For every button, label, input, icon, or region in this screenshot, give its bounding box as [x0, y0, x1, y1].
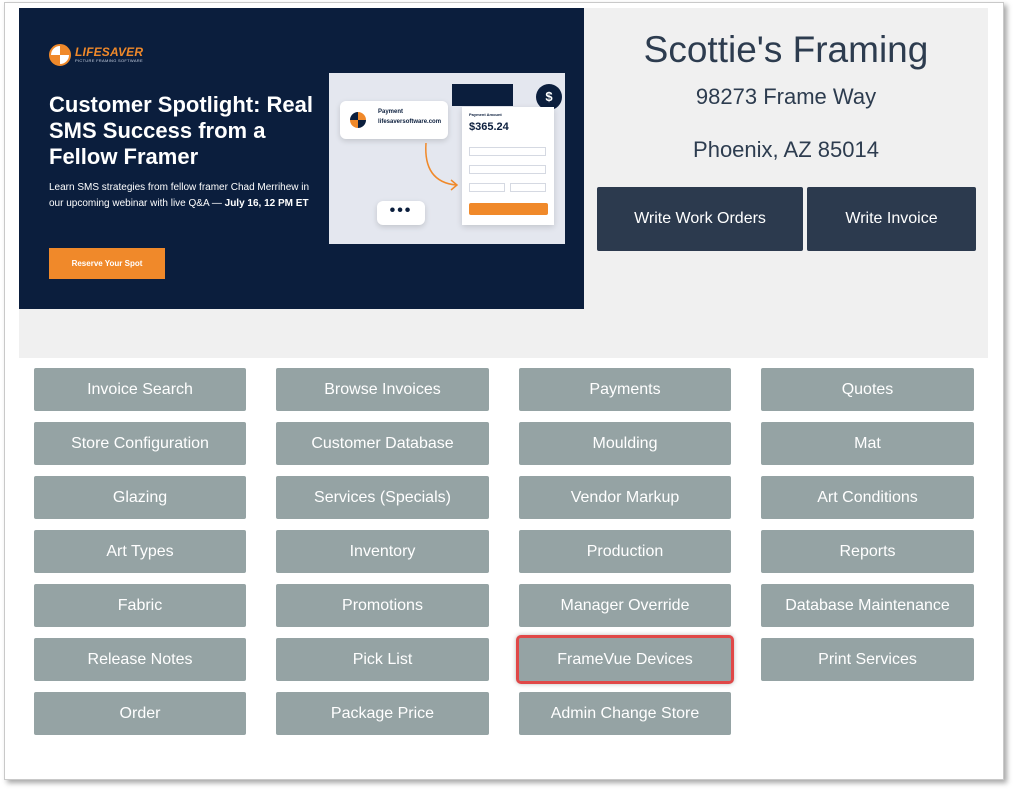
lifesaver-logo: LIFESAVER PICTURE FRAMING SOFTWARE	[49, 44, 143, 66]
promo-banner[interactable]: LIFESAVER PICTURE FRAMING SOFTWARE Custo…	[19, 8, 584, 309]
services-specials-button[interactable]: Services (Specials)	[276, 476, 489, 519]
art-types-button[interactable]: Art Types	[34, 530, 246, 573]
store-name: Scottie's Framing	[643, 29, 929, 70]
inventory-button[interactable]: Inventory	[276, 530, 489, 573]
lifesaver-logo-icon	[49, 44, 71, 66]
manager-override-button[interactable]: Manager Override	[519, 584, 731, 627]
banner-date: July 16, 12 PM ET	[224, 198, 309, 209]
customer-database-button[interactable]: Customer Database	[276, 422, 489, 465]
payments-button[interactable]: Payments	[519, 368, 731, 411]
mockup-pay-button	[469, 203, 548, 215]
chat-dots-bubble: •••	[377, 201, 425, 225]
payment-pill-label: Payment	[378, 109, 404, 115]
payment-card: Payment Amount $365.24	[462, 107, 554, 225]
banner-headline: Customer Spotlight: Real SMS Success fro…	[49, 92, 314, 169]
pick-list-button[interactable]: Pick List	[276, 638, 489, 681]
store-configuration-button[interactable]: Store Configuration	[34, 422, 246, 465]
framevue-devices-button[interactable]: FrameVue Devices	[516, 635, 734, 684]
arrow-icon	[425, 142, 459, 191]
database-maintenance-button[interactable]: Database Maintenance	[761, 584, 974, 627]
card-field	[469, 165, 546, 174]
card-field	[510, 183, 546, 192]
mockup-tab	[452, 84, 513, 106]
print-services-button[interactable]: Print Services	[761, 638, 974, 681]
moulding-button[interactable]: Moulding	[519, 422, 731, 465]
write-invoice-button[interactable]: Write Invoice	[807, 187, 976, 251]
lifesaver-mini-logo-icon	[350, 112, 366, 128]
browse-invoices-button[interactable]: Browse Invoices	[276, 368, 489, 411]
logo-wordmark: LIFESAVER	[75, 45, 144, 59]
store-city-state-zip: Phoenix, AZ 85014	[693, 137, 879, 162]
payment-pill: Payment lifesaversoftware.com	[340, 101, 448, 139]
payment-pill-site: lifesaversoftware.com	[378, 119, 442, 125]
card-field	[469, 183, 505, 192]
reserve-spot-button[interactable]: Reserve Your Spot	[49, 248, 165, 279]
mat-button[interactable]: Mat	[761, 422, 974, 465]
write-work-orders-button[interactable]: Write Work Orders	[597, 187, 803, 251]
production-button[interactable]: Production	[519, 530, 731, 573]
package-price-button[interactable]: Package Price	[276, 692, 489, 735]
payment-mockup-illustration: $ Payment lifesaversoftware.com Payment …	[329, 73, 565, 244]
store-street: 98273 Frame Way	[695, 84, 877, 109]
glazing-button[interactable]: Glazing	[34, 476, 246, 519]
fabric-button[interactable]: Fabric	[34, 584, 246, 627]
amount-value: $365.24	[469, 121, 509, 133]
order-button[interactable]: Order	[34, 692, 246, 735]
admin-change-store-button[interactable]: Admin Change Store	[519, 692, 731, 735]
reports-button[interactable]: Reports	[761, 530, 974, 573]
release-notes-button[interactable]: Release Notes	[34, 638, 246, 681]
logo-tagline: PICTURE FRAMING SOFTWARE	[75, 58, 143, 63]
amount-label: Payment Amount	[469, 112, 502, 117]
quotes-button[interactable]: Quotes	[761, 368, 974, 411]
art-conditions-button[interactable]: Art Conditions	[761, 476, 974, 519]
card-field	[469, 147, 546, 156]
promotions-button[interactable]: Promotions	[276, 584, 489, 627]
vendor-markup-button[interactable]: Vendor Markup	[519, 476, 731, 519]
banner-body: Learn SMS strategies from fellow framer …	[49, 180, 319, 212]
invoice-search-button[interactable]: Invoice Search	[34, 368, 246, 411]
menu-grid: Invoice Search Browse Invoices Payments …	[34, 368, 974, 735]
